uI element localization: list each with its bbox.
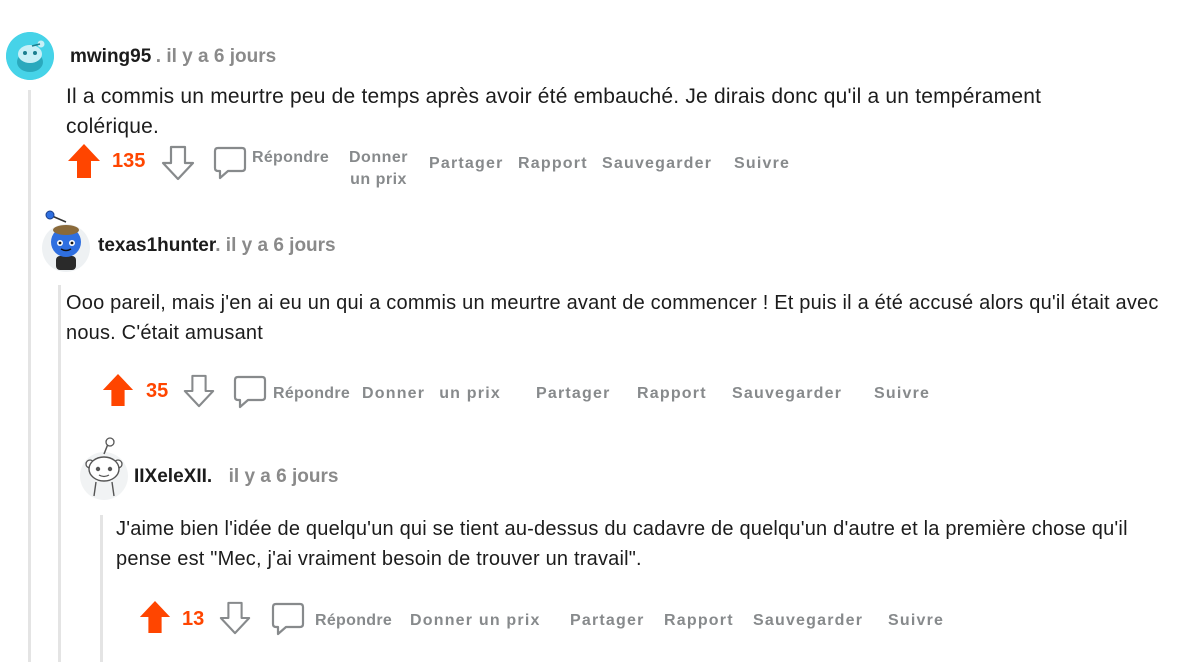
avatar-mwing95[interactable] <box>6 32 54 80</box>
thread-line-level-2[interactable] <box>100 515 103 662</box>
reply-button[interactable]: Répondre <box>315 612 392 630</box>
award-button[interactable]: Donner un prix <box>349 147 408 191</box>
comment-username[interactable]: IIXeleXII. <box>134 466 212 487</box>
downvote-arrow-icon[interactable] <box>161 145 195 181</box>
comment-timestamp[interactable]: . il y a 6 jours <box>156 46 276 67</box>
award-button-line1: Donner <box>349 149 408 166</box>
save-button[interactable]: Sauvegarder <box>753 612 863 630</box>
save-button[interactable]: Sauvegarder <box>732 385 842 403</box>
reply-button[interactable]: Répondre <box>273 385 350 403</box>
report-button[interactable]: Rapport <box>664 612 734 630</box>
share-button[interactable]: Partager <box>570 612 645 630</box>
comment-timestamp[interactable]: il y a 6 jours <box>229 466 339 487</box>
comment-timestamp[interactable]: . il y a 6 jours <box>215 235 335 256</box>
avatar-texas1hunter[interactable] <box>40 208 92 272</box>
award-button-line1: Donner <box>362 385 426 402</box>
avatar-IIXeleXII[interactable] <box>78 436 130 500</box>
comment-username[interactable]: mwing95 <box>70 46 151 67</box>
comment-bubble-icon[interactable] <box>270 601 306 637</box>
reply-button[interactable]: Répondre <box>252 149 329 167</box>
thread-line-level-0[interactable] <box>28 90 31 662</box>
report-button[interactable]: Rapport <box>637 385 707 403</box>
downvote-arrow-icon[interactable] <box>218 601 252 635</box>
snoo-avatar-icon <box>80 437 128 500</box>
comment-body: J'aime bien l'idée de quelqu'un qui se t… <box>116 518 1128 570</box>
comment-body: Il a commis un meurtre peu de temps aprè… <box>66 85 1042 138</box>
upvote-arrow-icon[interactable] <box>67 143 101 179</box>
comment-bubble-icon[interactable] <box>232 374 268 410</box>
share-button[interactable]: Partager <box>429 155 504 173</box>
award-button-line2: un prix <box>350 171 407 188</box>
downvote-arrow-icon[interactable] <box>182 374 216 408</box>
snoo-avatar-icon <box>42 210 90 272</box>
follow-button[interactable]: Suivre <box>874 385 930 403</box>
share-button[interactable]: Partager <box>536 385 611 403</box>
comment-body: Ooo pareil, mais j'en ai eu un qui a com… <box>66 292 1159 344</box>
award-button[interactable]: Donner un prix <box>410 612 541 630</box>
snoo-avatar-icon <box>6 32 54 80</box>
vote-score: 13 <box>182 608 205 630</box>
vote-score: 135 <box>112 150 146 172</box>
award-button[interactable]: Donner un prix <box>362 385 501 403</box>
follow-button[interactable]: Suivre <box>734 155 790 173</box>
comment-username[interactable]: texas1hunter <box>98 235 215 256</box>
upvote-arrow-icon[interactable] <box>138 600 172 634</box>
save-button[interactable]: Sauvegarder <box>602 155 712 173</box>
thread-line-level-1[interactable] <box>58 285 61 662</box>
comment-bubble-icon[interactable] <box>212 145 248 181</box>
vote-score: 35 <box>146 380 169 402</box>
report-button[interactable]: Rapport <box>518 155 588 173</box>
upvote-arrow-icon[interactable] <box>101 373 135 407</box>
follow-button[interactable]: Suivre <box>888 612 944 630</box>
award-button-line2: un prix <box>439 385 501 402</box>
